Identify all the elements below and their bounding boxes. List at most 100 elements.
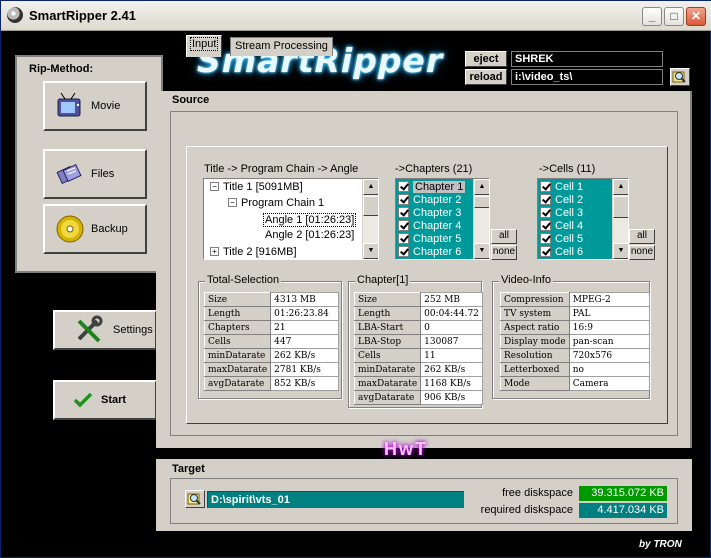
maximize-button[interactable]: □ bbox=[664, 7, 684, 26]
video-info-table: Compression MPEG-2 TV system PAL Aspect ra… bbox=[500, 292, 650, 391]
scroll-thumb[interactable] bbox=[474, 196, 489, 208]
cell-item[interactable]: Cell 1 bbox=[540, 181, 583, 194]
tv-icon bbox=[57, 92, 81, 117]
source-label: Source bbox=[172, 94, 210, 106]
settings-button[interactable]: Settings bbox=[53, 310, 157, 350]
chapters-list[interactable]: Chapter 1 Chapter 2 Chapter 3 Chapter 4 … bbox=[395, 178, 490, 260]
files-icon bbox=[56, 163, 82, 185]
table-row: LBA-Start 0 bbox=[353, 320, 484, 335]
checkbox-checked-icon[interactable] bbox=[398, 246, 409, 257]
checkbox-checked-icon[interactable] bbox=[540, 194, 551, 205]
maximize-icon: □ bbox=[670, 9, 678, 23]
table-row: Display mode pan-scan bbox=[500, 334, 650, 349]
movie-button-label: Movie bbox=[91, 100, 121, 112]
table-row: Size 4313 MB bbox=[203, 292, 340, 307]
expand-icon[interactable]: + bbox=[210, 247, 219, 256]
scroll-down-icon[interactable]: ▼ bbox=[474, 243, 489, 259]
scroll-up-icon[interactable]: ▲ bbox=[613, 179, 628, 195]
backup-button[interactable]: Backup bbox=[43, 204, 147, 254]
close-icon: ✕ bbox=[690, 9, 702, 23]
collapse-icon[interactable]: − bbox=[210, 182, 219, 191]
checkbox-checked-icon[interactable] bbox=[398, 207, 409, 218]
movie-button[interactable]: Movie bbox=[43, 81, 147, 131]
browse-target-button[interactable] bbox=[185, 490, 205, 508]
cells-header: ->Cells (11) bbox=[539, 163, 596, 175]
scroll-up-icon[interactable]: ▲ bbox=[363, 179, 378, 195]
disc-name-field: SHREK bbox=[511, 51, 663, 67]
table-row: TV system PAL bbox=[500, 306, 650, 321]
table-row: maxDatarate 1168 KB/s bbox=[353, 376, 484, 391]
tree-item-program-chain-1[interactable]: − Program Chain 1 bbox=[228, 197, 324, 211]
source-path-field[interactable]: i:\video_ts\ bbox=[511, 69, 663, 85]
settings-button-label: Settings bbox=[113, 324, 153, 336]
table-row: avgDatarate 906 KB/s bbox=[353, 390, 484, 405]
checkbox-checked-icon[interactable] bbox=[540, 220, 551, 231]
files-button-label: Files bbox=[91, 168, 115, 180]
scroll-thumb[interactable] bbox=[613, 196, 628, 218]
table-row: Compression MPEG-2 bbox=[500, 292, 650, 307]
chapter-info-table: Size 252 MB Length 00:04:44.72 LBA-Start 0 … bbox=[353, 292, 484, 405]
free-diskspace-value: 39.315.072 KB bbox=[579, 486, 667, 501]
chapter-item[interactable]: Chapter 2 bbox=[398, 194, 461, 207]
tree-item-angle-1[interactable]: Angle 1 [01:26:23] bbox=[263, 213, 357, 227]
chapter-item[interactable]: Chapter 5 bbox=[398, 233, 461, 246]
chapter-item[interactable]: Chapter 6 bbox=[398, 246, 461, 259]
chapter-item[interactable]: Chapter 1 bbox=[398, 181, 466, 194]
cell-item[interactable]: Cell 4 bbox=[540, 220, 583, 233]
reload-button[interactable]: reload bbox=[465, 69, 507, 85]
start-button[interactable]: Start bbox=[53, 380, 157, 420]
checkbox-checked-icon[interactable] bbox=[398, 220, 409, 231]
tree-scrollbar[interactable]: ▲ ▼ bbox=[362, 179, 378, 259]
scroll-thumb[interactable] bbox=[363, 196, 378, 216]
cells-all-button[interactable]: all bbox=[629, 229, 655, 244]
tree-item-title-2[interactable]: + Title 2 [916MB] bbox=[210, 246, 297, 259]
target-path-field[interactable]: D:\spirit\vts_01 bbox=[207, 491, 464, 508]
tree-item-angle-2[interactable]: Angle 2 [01:26:23] bbox=[265, 229, 354, 243]
cells-scrollbar[interactable]: ▲ ▼ bbox=[612, 179, 628, 259]
wrench-icon bbox=[77, 315, 103, 343]
checkbox-checked-icon[interactable] bbox=[398, 233, 409, 244]
close-button[interactable]: ✕ bbox=[686, 7, 706, 26]
checkbox-checked-icon[interactable] bbox=[540, 207, 551, 218]
chapters-none-button[interactable]: none bbox=[491, 245, 517, 260]
chapters-all-button[interactable]: all bbox=[491, 229, 517, 244]
cell-item[interactable]: Cell 5 bbox=[540, 233, 583, 246]
checkbox-checked-icon[interactable] bbox=[540, 181, 551, 192]
scroll-down-icon[interactable]: ▼ bbox=[613, 243, 628, 259]
magnifier-icon bbox=[672, 71, 686, 83]
chapters-scrollbar[interactable]: ▲ ▼ bbox=[473, 179, 489, 259]
required-diskspace-label: required diskspace bbox=[480, 504, 573, 516]
cell-item[interactable]: Cell 3 bbox=[540, 207, 583, 220]
eject-button[interactable]: eject bbox=[465, 51, 507, 67]
cell-item[interactable]: Cell 2 bbox=[540, 194, 583, 207]
cells-list[interactable]: Cell 1 Cell 2 Cell 3 Cell 4 Cell 5 Cell … bbox=[537, 178, 629, 260]
checkbox-checked-icon[interactable] bbox=[398, 194, 409, 205]
tab-input[interactable]: Input bbox=[186, 35, 223, 57]
chapter-item[interactable]: Chapter 4 bbox=[398, 220, 461, 233]
collapse-icon[interactable]: − bbox=[228, 198, 237, 207]
minimize-button[interactable]: _ bbox=[642, 7, 662, 26]
files-button[interactable]: Files bbox=[43, 149, 147, 199]
tree-header: Title -> Program Chain -> Angle bbox=[204, 163, 359, 175]
scroll-down-icon[interactable]: ▼ bbox=[363, 243, 378, 259]
browse-source-button[interactable] bbox=[670, 68, 690, 86]
checkbox-checked-icon[interactable] bbox=[398, 181, 409, 192]
table-row: Letterboxed no bbox=[500, 362, 650, 377]
cell-item[interactable]: Cell 6 bbox=[540, 246, 583, 259]
table-row: LBA-Stop 130087 bbox=[353, 334, 484, 349]
tab-stream-processing[interactable]: Stream Processing bbox=[230, 37, 333, 56]
title-tree[interactable]: − Title 1 [5091MB] − Program Chain 1 Angle… bbox=[203, 178, 379, 260]
table-row: Length 00:04:44.72 bbox=[353, 306, 484, 321]
chapter-item[interactable]: Chapter 3 bbox=[398, 207, 461, 220]
title-bar[interactable]: SmartRipper 2.41 _ □ ✕ bbox=[1, 1, 711, 31]
magnifier-icon bbox=[187, 493, 201, 505]
table-row: Cells 447 bbox=[203, 334, 340, 349]
scroll-up-icon[interactable]: ▲ bbox=[474, 179, 489, 195]
tree-item-title-1[interactable]: − Title 1 [5091MB] bbox=[210, 181, 303, 195]
free-diskspace-label: free diskspace bbox=[502, 487, 573, 499]
table-row: Aspect ratio 16:9 bbox=[500, 320, 650, 335]
cells-none-button[interactable]: none bbox=[629, 245, 655, 260]
chapter-info-title: Chapter[1] bbox=[355, 274, 411, 286]
checkbox-checked-icon[interactable] bbox=[540, 233, 551, 244]
checkbox-checked-icon[interactable] bbox=[540, 246, 551, 257]
